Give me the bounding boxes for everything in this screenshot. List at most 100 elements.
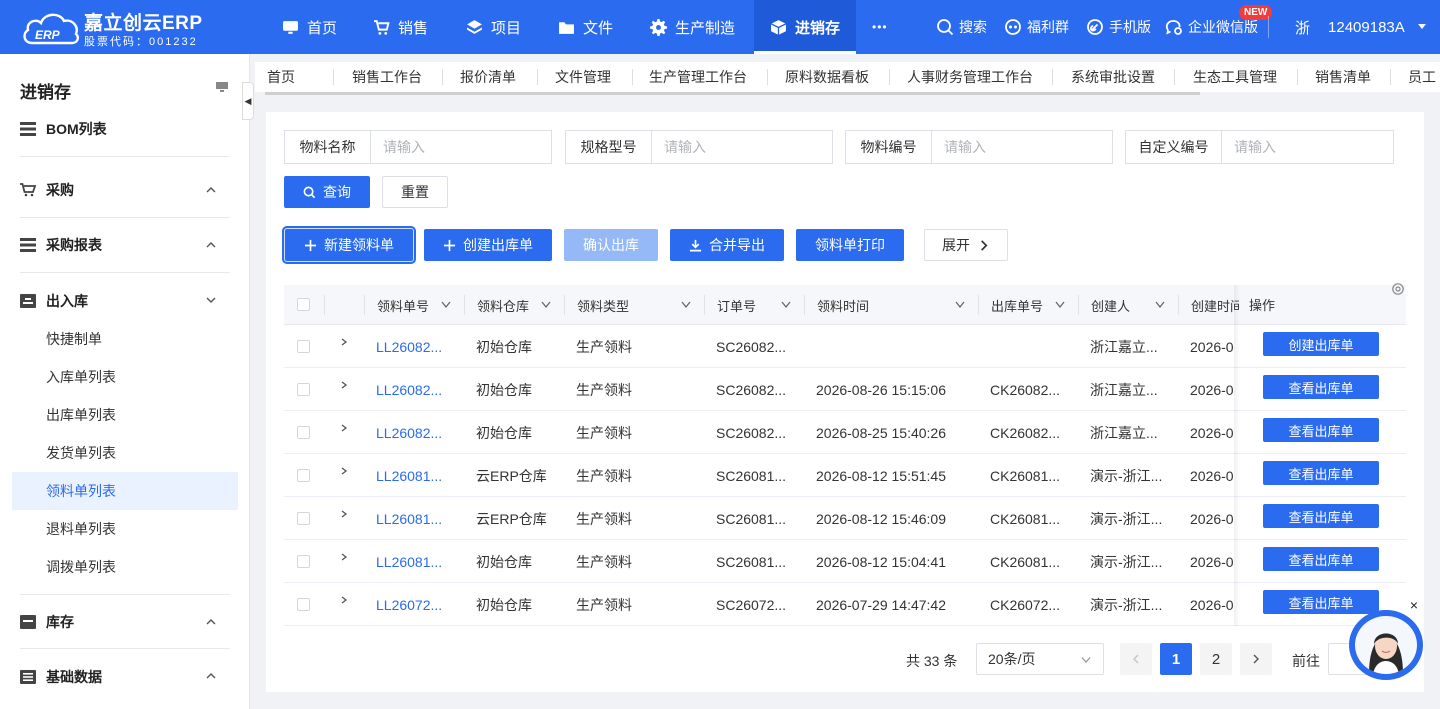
page-1-button[interactable]: 1 <box>1160 643 1192 675</box>
requisition-no-link[interactable]: LL26082... <box>376 325 456 368</box>
requisition-no-link[interactable]: LL26081... <box>376 540 456 583</box>
view-outbound-button[interactable]: 查看出库单 <box>1263 504 1379 528</box>
sidebar-item-inbound-list[interactable]: 入库单列表 <box>12 358 238 396</box>
column-header-requisition-time[interactable]: 领料时间 <box>817 285 869 325</box>
spec-model-input[interactable] <box>652 131 832 163</box>
sidebar-group-base-data[interactable]: 基础数据 <box>20 649 230 704</box>
sidebar-pin-icon[interactable] <box>215 81 229 93</box>
sort-icon[interactable] <box>441 301 451 309</box>
sort-icon[interactable] <box>781 301 791 309</box>
page-2-button[interactable]: 2 <box>1200 643 1232 675</box>
tab-hr-finance-workbench[interactable]: 人事财务管理工作台 <box>907 62 1033 92</box>
nav-manufacturing[interactable]: 生产制造 <box>650 0 735 54</box>
nav-inventory[interactable]: 进销存 <box>754 0 856 54</box>
requisition-no-link[interactable]: LL26082... <box>376 411 456 454</box>
expand-row-icon[interactable] <box>340 510 348 518</box>
nav-more[interactable]: ••• <box>872 0 888 54</box>
tab-material-dashboard[interactable]: 原料数据看板 <box>785 62 869 92</box>
reset-button[interactable]: 重置 <box>382 176 448 208</box>
column-header-outbound-no[interactable]: 出库单号 <box>991 285 1043 325</box>
sort-icon[interactable] <box>955 301 965 309</box>
create-outbound-row-button[interactable]: 创建出库单 <box>1263 332 1379 356</box>
select-all-checkbox[interactable] <box>297 298 310 311</box>
brand-logo[interactable]: ERP 嘉立创云ERP 股票代码：001232 <box>22 8 242 48</box>
column-settings-gear-icon[interactable] <box>1391 282 1405 296</box>
sort-icon[interactable] <box>1155 301 1165 309</box>
material-code-input[interactable] <box>932 131 1112 163</box>
row-checkbox[interactable] <box>297 426 310 439</box>
tab-sales-list[interactable]: 销售清单 <box>1315 62 1371 92</box>
column-header-warehouse[interactable]: 领料仓库 <box>477 285 529 325</box>
column-header-creator[interactable]: 创建人 <box>1091 285 1130 325</box>
expand-row-icon[interactable] <box>340 338 348 346</box>
user-account-menu[interactable]: 浙 12409183A <box>1295 0 1427 54</box>
sort-icon[interactable] <box>1055 301 1065 309</box>
expand-row-icon[interactable] <box>340 596 348 604</box>
tool-welfare-group[interactable]: 福利群 <box>1004 0 1069 54</box>
tab-eco-tools[interactable]: 生态工具管理 <box>1193 62 1277 92</box>
view-outbound-button[interactable]: 查看出库单 <box>1263 418 1379 442</box>
create-outbound-button[interactable]: 创建出库单 <box>424 229 552 261</box>
query-button[interactable]: 查询 <box>284 176 370 208</box>
tool-search[interactable]: 搜索 <box>936 0 987 54</box>
next-page-button[interactable] <box>1240 643 1272 675</box>
sidebar-item-shipping-list[interactable]: 发货单列表 <box>12 434 238 472</box>
nav-home[interactable]: 首页 <box>282 0 337 54</box>
tab-quote-list[interactable]: 报价清单 <box>460 62 516 92</box>
row-checkbox[interactable] <box>297 340 310 353</box>
row-checkbox[interactable] <box>297 555 310 568</box>
requisition-no-link[interactable]: LL26082... <box>376 368 456 411</box>
prev-page-button[interactable] <box>1120 643 1152 675</box>
assistant-avatar[interactable] <box>1349 610 1423 680</box>
sidebar-group-stock[interactable]: 库存 <box>20 594 230 649</box>
expand-row-icon[interactable] <box>340 553 348 561</box>
expand-button[interactable]: 展开 <box>924 229 1008 261</box>
tab-employee[interactable]: 员工 <box>1408 62 1436 92</box>
row-checkbox[interactable] <box>297 383 310 396</box>
page-size-select[interactable]: 20条/页 <box>976 643 1104 675</box>
nav-sales[interactable]: 销售 <box>373 0 428 54</box>
sidebar-item-quick-order[interactable]: 快捷制单 <box>12 320 238 358</box>
tab-sales-workbench[interactable]: 销售工作台 <box>352 62 422 92</box>
close-icon[interactable]: × <box>1408 598 1420 612</box>
tab-production-workbench[interactable]: 生产管理工作台 <box>649 62 747 92</box>
tab-home[interactable]: 首页 <box>267 62 295 92</box>
material-name-input[interactable] <box>371 131 551 163</box>
column-header-created-time[interactable]: 创建时间 <box>1191 285 1239 325</box>
expand-row-icon[interactable] <box>340 467 348 475</box>
nav-files[interactable]: 文件 <box>558 0 613 54</box>
sidebar-group-bom[interactable]: BOM列表 <box>20 102 230 157</box>
column-header-order-no[interactable]: 订单号 <box>717 285 756 325</box>
row-checkbox[interactable] <box>297 512 310 525</box>
sidebar-group-purchase[interactable]: 采购 <box>20 163 230 218</box>
row-checkbox[interactable] <box>297 598 310 611</box>
merge-export-button[interactable]: 合并导出 <box>670 229 784 261</box>
sidebar-item-requisition-list[interactable]: 领料单列表 <box>12 472 238 510</box>
sort-icon[interactable] <box>541 301 551 309</box>
tab-file-management[interactable]: 文件管理 <box>555 62 611 92</box>
column-header-type[interactable]: 领料类型 <box>577 285 629 325</box>
row-checkbox[interactable] <box>297 469 310 482</box>
sidebar-item-transfer-list[interactable]: 调拨单列表 <box>12 548 238 586</box>
print-requisition-button[interactable]: 领料单打印 <box>796 229 904 261</box>
tab-approval-settings[interactable]: 系统审批设置 <box>1071 62 1155 92</box>
custom-code-input[interactable] <box>1222 131 1392 163</box>
view-outbound-button[interactable]: 查看出库单 <box>1263 461 1379 485</box>
expand-row-icon[interactable] <box>340 424 348 432</box>
sidebar-group-purchase-reports[interactable]: 采购报表 <box>20 218 230 273</box>
requisition-no-link[interactable]: LL26072... <box>376 583 456 626</box>
expand-row-icon[interactable] <box>340 381 348 389</box>
view-outbound-button[interactable]: 查看出库单 <box>1263 375 1379 399</box>
sidebar-collapse-handle[interactable]: ◀ <box>242 82 254 120</box>
view-outbound-button[interactable]: 查看出库单 <box>1263 547 1379 571</box>
tabs-scrollbar[interactable] <box>265 92 1200 95</box>
requisition-no-link[interactable]: LL26081... <box>376 454 456 497</box>
nav-projects[interactable]: 项目 <box>466 0 521 54</box>
sidebar-item-return-list[interactable]: 退料单列表 <box>12 510 238 548</box>
column-header-requisition-no[interactable]: 领料单号 <box>377 285 429 325</box>
sidebar-item-outbound-list[interactable]: 出库单列表 <box>12 396 238 434</box>
tool-mobile[interactable]: 手机版 <box>1086 0 1151 54</box>
sort-icon[interactable] <box>681 301 691 309</box>
confirm-outbound-button[interactable]: 确认出库 <box>564 229 658 261</box>
view-outbound-button[interactable]: 查看出库单 <box>1263 590 1379 614</box>
